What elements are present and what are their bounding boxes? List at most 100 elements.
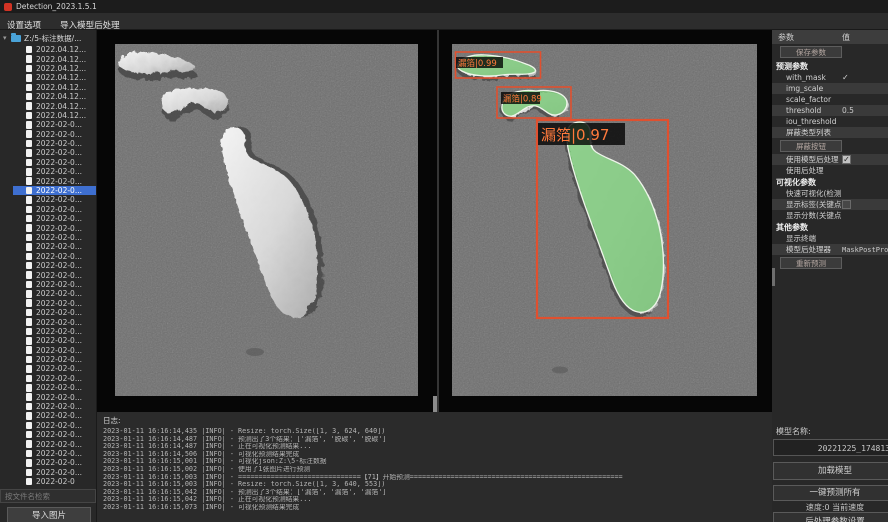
tree-file-item[interactable]: 2022-02-0... [0,139,96,148]
tree-file-item[interactable]: 2022-02-0... [0,261,96,270]
tree-file-item[interactable]: 2022-02-0... [0,195,96,204]
param-row[interactable]: 使用后处理 [772,165,888,176]
tree-file-item[interactable]: 2022-02-0... [0,233,96,242]
param-scrollbar[interactable] [772,268,775,286]
param-row[interactable]: iou_threshold [772,116,888,127]
param-row[interactable]: threshold0.5 [772,105,888,116]
title-bar: Detection_2023.1.5.1 [0,0,888,13]
postprocess-settings-button[interactable]: 后处理参数设置 [773,512,888,522]
tree-file-item[interactable]: 2022-02-0... [0,158,96,167]
param-row[interactable]: 屏蔽类型列表 [772,127,888,138]
param-button[interactable]: 保存参数 [780,46,842,58]
log-line: 2023-01-11 16:16:14,435 |INFO| - Resize:… [103,428,772,436]
tree-file-item[interactable]: 2022.04.12... [0,101,96,110]
tree-file-item[interactable]: 2022-02-0... [0,120,96,129]
param-row[interactable]: img_scale [772,83,888,94]
tree-file-item[interactable]: 2022-02-0... [0,336,96,345]
file-icon [26,206,32,214]
param-row[interactable]: 显示标签(关键点) [772,199,888,210]
tree-file-item[interactable]: 2022-02-0... [0,242,96,251]
predict-all-button[interactable]: 一键预测所有 [773,485,888,501]
tree-file-label: 2022.04.12... [36,92,86,101]
log-panel[interactable]: 日志: 2023-01-11 16:16:14,435 |INFO| - Res… [97,412,772,522]
file-icon [26,299,32,307]
param-row[interactable]: 使用模型后处理✓ [772,154,888,165]
tree-file-item[interactable]: 2022-02-0... [0,327,96,336]
tree-file-item[interactable]: 2022-02-0... [0,421,96,430]
tree-file-item[interactable]: 2022-02-0... [0,374,96,383]
tree-file-item[interactable]: 2022.04.12... [0,92,96,101]
tree-file-item[interactable]: 2022-02-0... [0,355,96,364]
tree-file-item[interactable]: 2022-02-0... [0,468,96,477]
tree-file-item[interactable]: 2022-02-0... [0,299,96,308]
model-name-field[interactable]: 20221225_174813 [773,439,888,456]
tree-file-item[interactable]: 2022-02-0... [0,402,96,411]
tree-file-item[interactable]: 2022-02-0... [0,458,96,467]
tree-file-label: 2022-02-0... [36,224,82,233]
param-label: 使用模型后处理 [772,154,842,165]
tree-file-item[interactable]: 2022-02-0... [0,411,96,420]
tree-root-label: Z:/5-标注数据/... [24,33,81,44]
file-icon [26,469,32,477]
tree-file-item[interactable]: 2022-02-0... [0,205,96,214]
tree-file-item[interactable]: 2022-02-0... [0,280,96,289]
splitter-handle[interactable] [433,396,437,412]
chevron-down-icon[interactable]: ▾ [3,34,11,42]
tree-file-item[interactable]: 2022-02-0... [0,364,96,373]
file-icon [26,403,32,411]
tree-file-item[interactable]: 2022-02-0... [0,449,96,458]
param-section-header: 其他参数 [772,221,888,233]
file-icon [26,281,32,289]
tree-file-item[interactable]: 2022-02-0... [0,148,96,157]
tree-file-item[interactable]: 2022-02-0... [0,430,96,439]
param-row[interactable]: 显示分数(关键点) [772,210,888,221]
menu-import-postprocess[interactable]: 导入模型后处理 [53,16,127,31]
param-row[interactable]: 显示终端 [772,233,888,244]
file-icon [26,46,32,54]
prediction-image-panel[interactable]: 漏箔|0.99 漏箔|0.89 漏箔|0.97 [452,44,755,396]
tree-file-item[interactable]: 2022-02-0... [0,270,96,279]
original-image-panel[interactable] [115,44,418,396]
tree-file-item[interactable]: 2022-02-0 [0,477,96,486]
tree-root-folder[interactable]: ▾ Z:/5-标注数据/... [0,32,96,44]
tree-file-item[interactable]: 2022.04.12... [0,54,96,63]
tree-file-item[interactable]: 2022-02-0... [0,289,96,298]
tree-file-item[interactable]: 2022-02-0... [0,439,96,448]
tree-file-item[interactable]: 2022-02-0... [0,346,96,355]
param-row[interactable]: with_mask✓ [772,72,888,83]
tree-file-item[interactable]: 2022.04.12... [0,73,96,82]
param-label: threshold [772,106,842,115]
tree-file-item[interactable]: 2022.04.12... [0,111,96,120]
tree-file-item[interactable]: 2022-02-0... [0,176,96,185]
menu-settings[interactable]: 设置选项 [0,16,48,31]
param-button[interactable]: 重新预测 [780,257,842,269]
tree-file-item[interactable]: 2022-02-0... [0,214,96,223]
tree-file-item[interactable]: 2022-02-0... [0,308,96,317]
checkbox-empty[interactable] [842,200,851,209]
tree-file-item[interactable]: 2022-02-0... [0,252,96,261]
tree-file-item[interactable]: 2022-02-0... [0,130,96,139]
log-line: 2023-01-11 16:16:15,042 |INFO| - 正在可视化预测… [103,496,772,504]
tree-file-item[interactable]: 2022-02-0... [0,167,96,176]
param-value-cell: 0.5 [842,106,888,115]
tree-file-item[interactable]: 2022-02-0... [0,392,96,401]
checkbox-checked[interactable]: ✓ [842,155,851,164]
import-images-button[interactable]: 导入图片 [7,507,91,522]
file-icon [26,243,32,251]
param-row[interactable]: scale_factor [772,94,888,105]
tree-file-item[interactable]: 2022.04.12... [0,64,96,73]
param-button[interactable]: 屏蔽按钮 [780,140,842,152]
tree-file-item[interactable]: 2022-02-0... [0,317,96,326]
tree-file-item[interactable]: 2022-02-0... [0,383,96,392]
tree-file-item[interactable]: 2022-02-0... [13,186,96,195]
check-icon[interactable]: ✓ [842,73,849,82]
param-label: 模型后处理器 [772,244,842,255]
file-icon [26,196,32,204]
tree-file-item[interactable]: 2022-02-0... [0,223,96,232]
param-row[interactable]: 快速可视化(检测) [772,188,888,199]
search-input[interactable] [0,489,96,503]
tree-file-item[interactable]: 2022.04.12... [0,83,96,92]
load-model-button[interactable]: 加载模型 [773,462,888,480]
tree-file-item[interactable]: 2022.04.12... [0,45,96,54]
param-row[interactable]: 模型后处理器MaskPostPro [772,244,888,255]
